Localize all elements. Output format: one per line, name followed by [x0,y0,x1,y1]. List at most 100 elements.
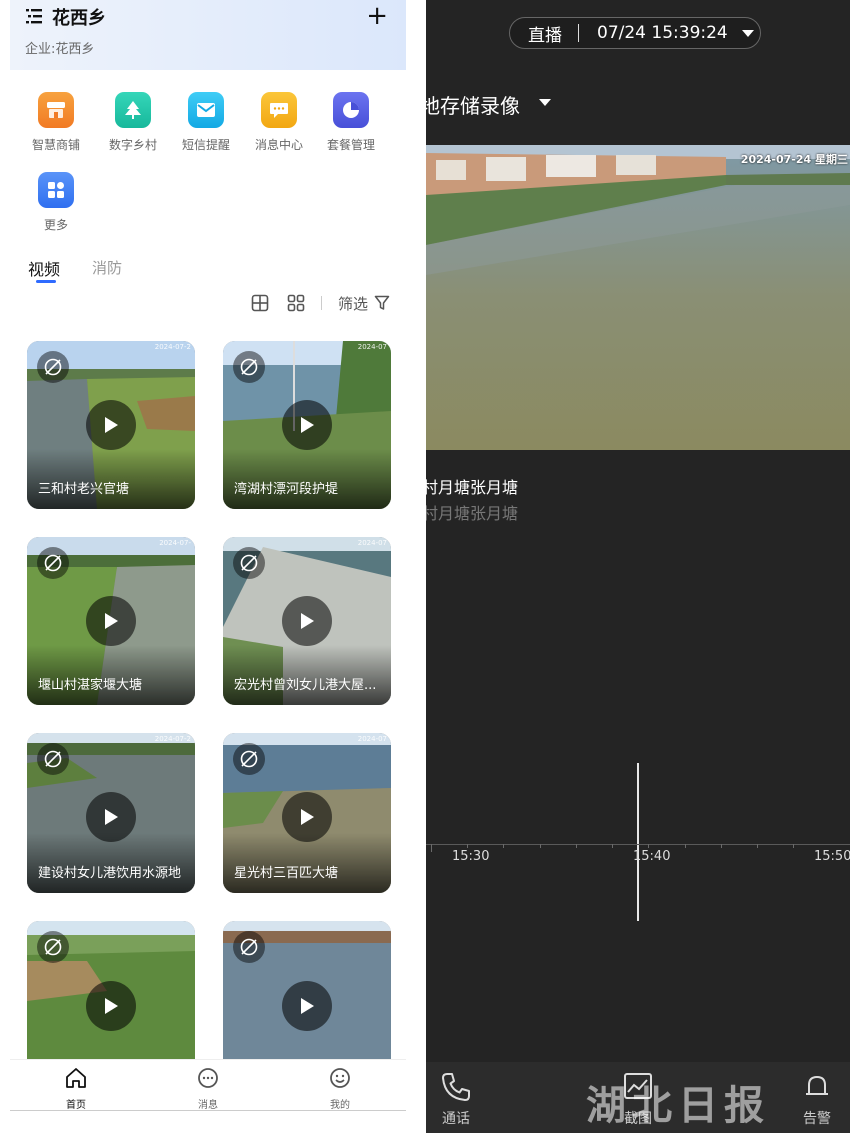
timeline-tick [612,844,613,848]
smiley-icon [330,1068,350,1088]
app-more[interactable]: 更多 [21,172,91,233]
alarm-button[interactable]: 告警 [782,1070,850,1128]
pie-chart-icon [333,92,369,128]
nav-mine-label: 我的 [330,1100,350,1111]
live-label[interactable]: 直播 [528,21,562,46]
timeline-tick [648,844,649,848]
menu-list-icon[interactable] [26,7,44,25]
live-time-selector[interactable]: 直播 07/24 15:39:24 [509,17,761,49]
play-icon[interactable] [86,596,136,646]
newspaper-watermark: 湖北日报 [586,1082,770,1129]
offline-icon [37,743,69,775]
app-sms-reminder[interactable]: 短信提醒 [171,92,241,153]
main-page: 花西乡 企业:花西乡 + 智慧商铺 数字乡村 短信提醒 消息中心 套餐管理 更多… [10,0,406,1111]
camera-name: 宏光村曾刘女儿港大屋... [234,678,377,693]
timeline-tick [685,844,686,848]
mail-icon [188,92,224,128]
phone-icon [442,1073,470,1101]
play-icon[interactable] [282,596,332,646]
nav-message[interactable]: 消息 [178,1066,238,1111]
timeline-tick [721,844,722,848]
storage-source-selector[interactable]: 地存储录像 [426,90,520,119]
page-header: 花西乡 企业:花西乡 + [10,0,406,70]
four-grid-view-icon[interactable] [251,294,269,312]
app-plan-management[interactable]: 套餐管理 [316,92,386,153]
camera-card[interactable]: 2024-07 星光村三百匹大塘 [223,733,391,893]
timeline-label: 15:50 [814,849,850,864]
playback-timeline[interactable]: 15:30 15:40 15:50 [426,840,850,880]
camera-title: 村月塘张月塘 [426,478,519,497]
camera-card[interactable]: 2024-07-2 建设村女儿港饮用水源地 [27,733,195,893]
video-timestamp: 2024-07-2 [154,735,191,743]
offline-icon [233,547,265,579]
video-timestamp: 2024-07 [357,343,387,351]
add-icon[interactable]: + [366,3,388,29]
play-icon[interactable] [86,400,136,450]
chevron-down-icon[interactable] [741,29,754,37]
timeline-tick [431,844,432,852]
home-icon [66,1068,86,1088]
nav-mine[interactable]: 我的 [310,1066,370,1111]
chevron-down-icon[interactable] [539,99,551,106]
call-label: 通话 [442,1111,470,1127]
app-message-center[interactable]: 消息中心 [244,92,314,153]
grid-icon [38,172,74,208]
play-icon[interactable] [282,981,332,1031]
offline-icon [233,931,265,963]
video-player-screen: 直播 07/24 15:39:24 地存储录像 2024-07-24 星期三 村… [426,0,850,1133]
video-timestamp: 2024-07 [357,539,387,547]
offline-icon [37,931,69,963]
filter-button[interactable]: 筛选 [338,293,368,314]
playback-datetime: 07/24 15:39:24 [597,23,728,43]
tab-fire[interactable]: 消防 [92,257,122,278]
tile-view-icon[interactable] [287,294,305,312]
toolbar-divider [320,296,322,310]
left-app-screen: 花西乡 企业:花西乡 + 智慧商铺 数字乡村 短信提醒 消息中心 套餐管理 更多… [0,0,426,1133]
nav-home[interactable]: 首页 [46,1066,106,1111]
camera-name: 堰山村湛家堰大塘 [38,678,143,693]
offline-icon [233,743,265,775]
pill-divider [578,24,579,42]
shop-icon [38,92,74,128]
play-icon[interactable] [282,792,332,842]
camera-card[interactable]: 2024-07- 堰山村湛家堰大塘 [27,537,195,705]
offline-icon [37,351,69,383]
bottom-navigation: 首页 消息 我的 [10,1059,406,1111]
tab-video[interactable]: 视频 [28,256,60,280]
camera-card[interactable] [223,921,391,1061]
call-button[interactable]: 通话 [426,1070,491,1128]
app-digital-village[interactable]: 数字乡村 [98,92,168,153]
camera-subtitle: 村月塘张月塘 [426,504,519,523]
video-frame [426,145,850,450]
alarm-bell-icon [806,1075,828,1095]
video-timestamp: 2024-07- [159,539,191,547]
camera-card[interactable]: 2024-07 湾湖村漂河段护堤 [223,341,391,509]
alarm-label: 告警 [803,1111,831,1127]
video-view[interactable]: 2024-07-24 星期三 [426,145,850,450]
play-icon[interactable] [86,792,136,842]
app-label: 更多 [43,218,68,232]
camera-name: 星光村三百匹大塘 [234,866,339,881]
nav-message-label: 消息 [198,1100,218,1111]
tab-active-indicator [36,280,56,283]
app-label: 消息中心 [254,138,303,152]
play-icon[interactable] [282,400,332,450]
app-smart-shop[interactable]: 智慧商铺 [21,92,91,153]
timeline-tick [757,844,758,848]
timeline-label: 15:30 [452,849,490,864]
message-bubble-icon [198,1068,218,1088]
camera-name: 三和村老兴官塘 [38,482,130,497]
timeline-tick [540,844,541,848]
camera-card[interactable]: 2024-07-2 三和村老兴官塘 [27,341,195,509]
video-timestamp: 2024-07-2 [154,343,191,351]
camera-card[interactable] [27,921,195,1061]
camera-name: 湾湖村漂河段护堤 [234,482,339,497]
timeline-label: 15:40 [633,849,671,864]
play-icon[interactable] [86,981,136,1031]
offline-icon [37,547,69,579]
filter-funnel-icon[interactable] [374,295,390,311]
timeline-tick [793,844,794,848]
timeline-tick [467,844,468,848]
camera-card[interactable]: 2024-07 宏光村曾刘女儿港大屋... [223,537,391,705]
org-title[interactable]: 花西乡 [52,4,106,30]
